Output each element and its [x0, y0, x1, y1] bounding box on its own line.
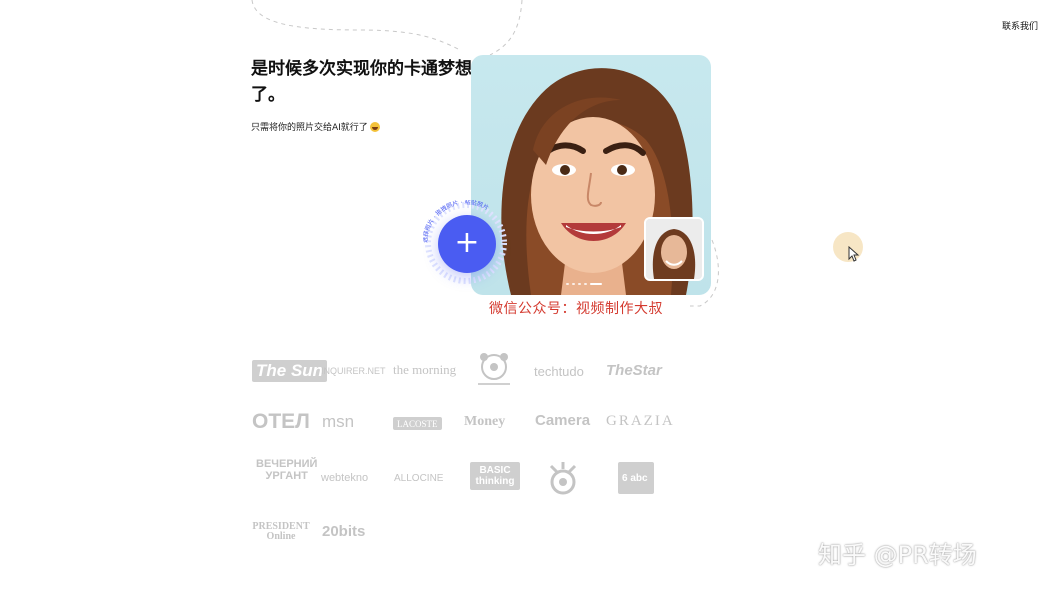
- logo-the-sun: The Sun: [252, 360, 328, 382]
- hero-title: 是时候多次实现你的卡通梦想了。: [251, 59, 472, 105]
- eye-emblem-icon: [549, 462, 577, 495]
- logo-allocine: ALLOCINE: [394, 473, 444, 484]
- logo-inquirer: INQUIRER.NET: [321, 366, 386, 376]
- zhihu-watermark: 知乎 @PR转场: [818, 541, 977, 569]
- upload-photo-button[interactable]: +: [438, 215, 496, 273]
- wechat-caption-overlay: 微信公众号：视频制作大叔: [489, 301, 663, 317]
- logo-otel: ОТЕЛ: [252, 410, 310, 433]
- logo-webtekno: webtekno: [321, 472, 369, 484]
- logo-techtudo: techtudo: [534, 364, 584, 379]
- plus-icon: +: [454, 225, 480, 260]
- logo-vecherniy-urgant: ВЕЧЕРНИЙ УРГАНТ: [256, 458, 318, 482]
- carousel-indicator[interactable]: [566, 283, 602, 285]
- hero-subtitle-text: 只需将你的照片交给AI就行了: [251, 123, 368, 133]
- mouse-cursor-icon: [848, 246, 860, 262]
- logo-eye-emblem: [545, 460, 581, 496]
- logo-the-morning: the morning: [393, 362, 457, 377]
- hero-subtitle: 只需将你的照片交给AI就行了: [251, 120, 380, 133]
- logo-the-star: TheStar: [606, 362, 662, 379]
- logo-camera: Camera: [535, 412, 591, 429]
- logo-grazia: GRAZIA: [606, 413, 675, 429]
- logo-president-online: PRESIDENT Online: [252, 521, 310, 542]
- logo-basic-thinking: BASIC thinking: [470, 462, 520, 490]
- logo-money: Money: [464, 414, 506, 429]
- logo-lacoste: LACOSTE: [393, 417, 442, 430]
- grinning-emoji-icon: [369, 121, 380, 132]
- original-photo-image: [646, 219, 702, 279]
- logo-6abc: 6 abc: [618, 462, 654, 494]
- logo-msn: msn: [322, 412, 355, 431]
- original-photo-thumbnail[interactable]: [644, 217, 704, 281]
- logo-20bits: 20bits: [322, 523, 366, 540]
- contact-us-link[interactable]: 联系我们: [1002, 19, 1038, 32]
- panda-logo-icon: [478, 353, 510, 385]
- logo-panda: [474, 352, 514, 388]
